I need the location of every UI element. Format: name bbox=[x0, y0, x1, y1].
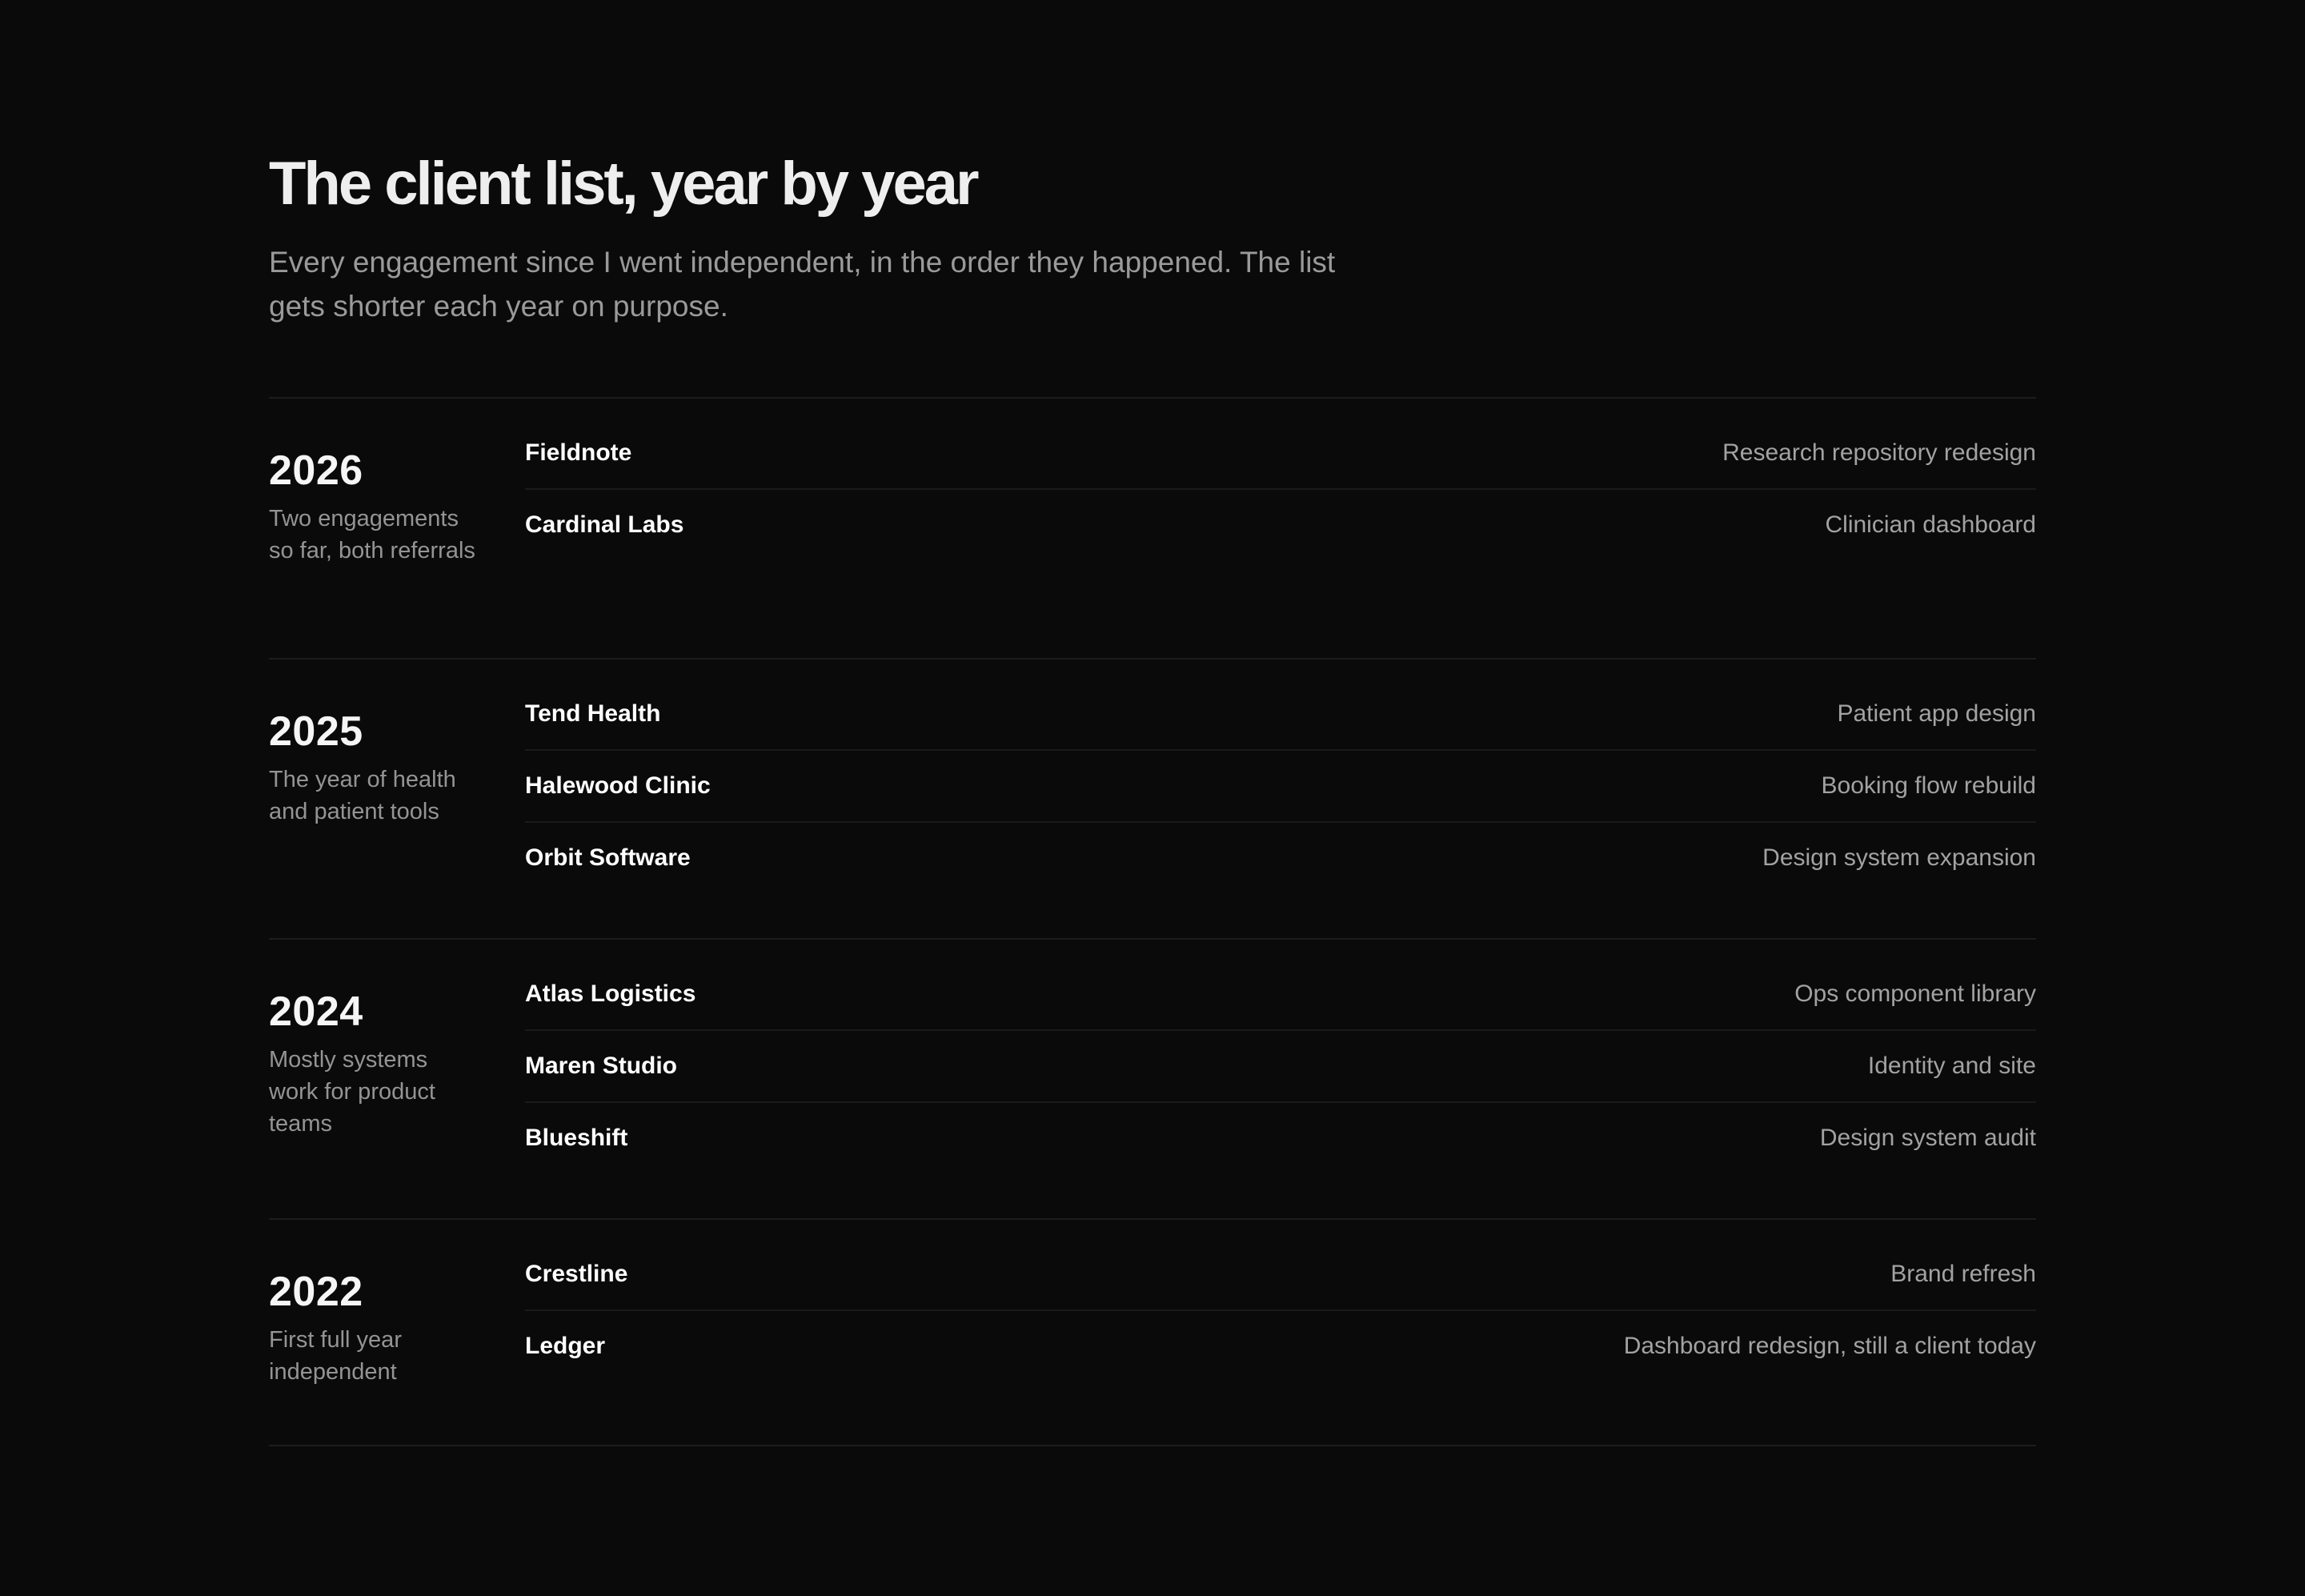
engagement-description: Identity and site bbox=[1867, 1053, 2036, 1079]
client-name: Halewood Clinic bbox=[525, 772, 711, 799]
engagement-row: Fieldnote Research repository redesign bbox=[525, 418, 2036, 490]
year-group-2022: 2022 First full year independent Crestli… bbox=[269, 1220, 2036, 1446]
engagement-description: Dashboard redesign, still a client today bbox=[1623, 1333, 2036, 1359]
year-heading: 2022 First full year independent bbox=[269, 1257, 525, 1445]
engagement-list: Atlas Logistics Ops component library Ma… bbox=[525, 976, 2036, 1218]
engagement-description: Brand refresh bbox=[1890, 1261, 2036, 1287]
client-name: Ledger bbox=[525, 1333, 606, 1359]
year-group-2024: 2024 Mostly systems work for product tea… bbox=[269, 940, 2036, 1220]
page-intro: Every engagement since I went independen… bbox=[269, 246, 1336, 323]
year-label: 2022 bbox=[269, 1269, 363, 1315]
client-name: Orbit Software bbox=[525, 844, 691, 871]
engagement-row: Cardinal Labs Clinician dashboard bbox=[525, 490, 2036, 560]
engagement-list: Tend Health Patient app design Halewood … bbox=[525, 696, 2036, 938]
engagement-row: Maren Studio Identity and site bbox=[525, 1031, 2036, 1103]
year-heading: 2024 Mostly systems work for product tea… bbox=[269, 976, 525, 1218]
engagement-row: Halewood Clinic Booking flow rebuild bbox=[525, 751, 2036, 823]
page-title: The client list, year by year bbox=[269, 150, 980, 218]
year-note: Mostly systems work for product teams bbox=[269, 1047, 435, 1137]
year-group-2026: 2026 Two engagements so far, both referr… bbox=[269, 399, 2036, 660]
engagement-row: Ledger Dashboard redesign, still a clien… bbox=[525, 1311, 2036, 1381]
engagement-list: Crestline Brand refresh Ledger Dashboard… bbox=[525, 1257, 2036, 1445]
year-label: 2024 bbox=[269, 988, 363, 1035]
client-name: Tend Health bbox=[525, 700, 661, 727]
year-note: The year of health and patient tools bbox=[269, 767, 456, 824]
engagement-list: Fieldnote Research repository redesign C… bbox=[525, 435, 2036, 658]
engagement-row: Atlas Logistics Ops component library bbox=[525, 959, 2036, 1031]
client-name: Crestline bbox=[525, 1261, 628, 1287]
year-label: 2026 bbox=[269, 447, 363, 494]
year-note: Two engagements so far, both referrals bbox=[269, 506, 475, 563]
engagement-description: Booking flow rebuild bbox=[1821, 772, 2037, 799]
engagement-description: Design system audit bbox=[1819, 1125, 2036, 1151]
engagement-description: Clinician dashboard bbox=[1825, 511, 2037, 538]
year-heading: 2026 Two engagements so far, both referr… bbox=[269, 435, 525, 658]
client-list-page: The client list, year by year Every enga… bbox=[0, 0, 2305, 1596]
year-note: First full year independent bbox=[269, 1327, 402, 1385]
year-label: 2025 bbox=[269, 708, 363, 755]
client-name: Cardinal Labs bbox=[525, 511, 684, 538]
engagement-row: Blueshift Design system audit bbox=[525, 1103, 2036, 1173]
client-list-section: The client list, year by year Every enga… bbox=[269, 149, 2036, 1446]
client-name: Maren Studio bbox=[525, 1053, 678, 1079]
engagement-description: Research repository redesign bbox=[1722, 439, 2036, 466]
client-timeline: 2026 Two engagements so far, both referr… bbox=[269, 397, 2036, 1446]
year-group-2025: 2025 The year of health and patient tool… bbox=[269, 660, 2036, 940]
engagement-row: Tend Health Patient app design bbox=[525, 679, 2036, 751]
client-name: Atlas Logistics bbox=[525, 980, 696, 1007]
engagement-row: Orbit Software Design system expansion bbox=[525, 823, 2036, 893]
engagement-description: Patient app design bbox=[1837, 700, 2036, 727]
client-name: Fieldnote bbox=[525, 439, 632, 466]
year-heading: 2025 The year of health and patient tool… bbox=[269, 696, 525, 938]
engagement-description: Design system expansion bbox=[1762, 844, 2036, 871]
client-name: Blueshift bbox=[525, 1125, 628, 1151]
engagement-row: Crestline Brand refresh bbox=[525, 1239, 2036, 1311]
engagement-description: Ops component library bbox=[1794, 980, 2036, 1007]
